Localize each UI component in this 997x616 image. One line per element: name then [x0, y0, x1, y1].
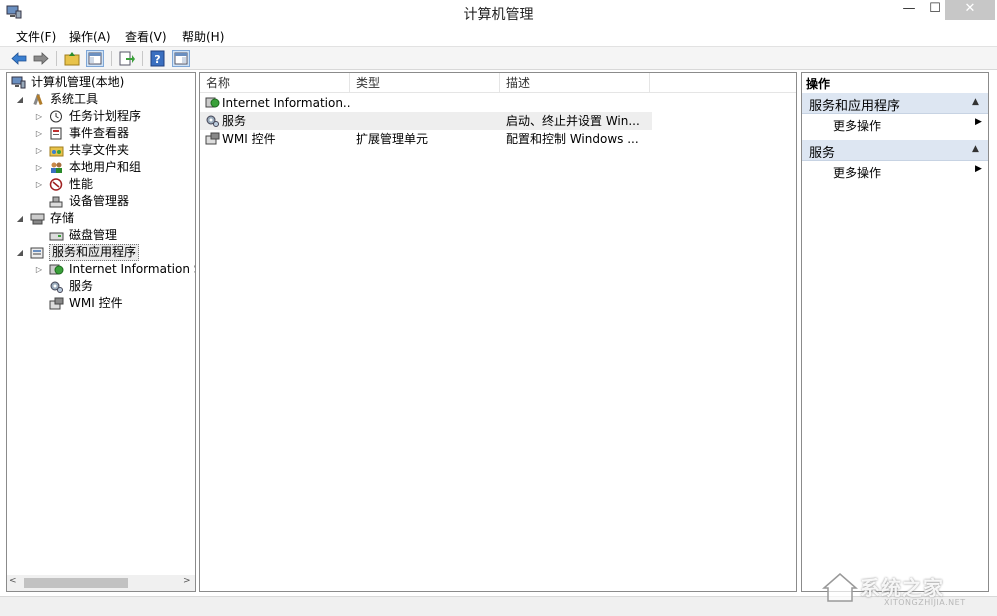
- tree-item-iis[interactable]: ▷ Internet Information S: [9, 261, 195, 278]
- tree-collapsed-arrow-icon[interactable]: ▷: [34, 108, 44, 125]
- action-section-services-and-applications[interactable]: 服务和应用程序 ▲: [802, 93, 988, 114]
- help-icon[interactable]: ?: [149, 50, 167, 67]
- storage-icon: [30, 212, 45, 225]
- tree-horizontal-scrollbar[interactable]: < >: [7, 575, 195, 591]
- services-applications-icon: [30, 246, 45, 259]
- tree-expanded-arrow-icon[interactable]: ◢: [15, 244, 25, 261]
- column-header-description[interactable]: 描述: [500, 73, 650, 93]
- export-list-icon[interactable]: [118, 50, 136, 67]
- event-viewer-icon: [49, 127, 64, 140]
- action-more-actions[interactable]: 更多操作 ▶: [802, 115, 988, 133]
- forward-arrow-icon[interactable]: [32, 50, 50, 67]
- results-list-pane[interactable]: 名称 类型 描述 Internet Information... 服务 启动、终…: [199, 72, 797, 592]
- actions-title: 操作: [806, 77, 831, 91]
- computer-management-icon: [11, 76, 26, 89]
- house-logo-icon: [822, 573, 858, 602]
- tree-expanded-arrow-icon[interactable]: ◢: [15, 210, 25, 227]
- column-header-name[interactable]: 名称: [200, 73, 350, 93]
- services-gear-icon: [205, 114, 220, 127]
- submenu-arrow-icon: ▶: [975, 164, 982, 174]
- submenu-arrow-icon: ▶: [975, 117, 982, 127]
- title-bar[interactable]: 计算机管理 — ☐ ✕: [0, 0, 997, 26]
- tree-expanded-arrow-icon[interactable]: ◢: [15, 91, 25, 108]
- tree-collapsed-arrow-icon[interactable]: ▷: [34, 176, 44, 193]
- wmi-control-icon: [49, 297, 64, 310]
- tree-collapsed-arrow-icon[interactable]: ▷: [34, 261, 44, 278]
- svg-text:?: ?: [154, 53, 160, 66]
- menu-help[interactable]: 帮助(H): [182, 28, 224, 45]
- show-hide-console-tree-icon[interactable]: [86, 50, 104, 67]
- cell-description: 配置和控制 Windows ...: [506, 132, 639, 146]
- menu-file[interactable]: 文件(F): [16, 28, 56, 45]
- toolbar: ?: [0, 46, 997, 70]
- cell-name: 服务: [222, 114, 247, 128]
- list-row-services[interactable]: 服务 启动、终止并设置 Win...: [200, 112, 652, 130]
- iis-globe-icon: [205, 96, 220, 109]
- toolbar-separator: [142, 51, 143, 66]
- up-folder-icon[interactable]: [63, 50, 81, 67]
- performance-gauge-icon: [49, 178, 64, 191]
- iis-globe-icon: [49, 263, 64, 276]
- scroll-left-arrow-icon[interactable]: <: [9, 576, 17, 586]
- toolbar-separator: [111, 51, 112, 66]
- tree-collapsed-arrow-icon[interactable]: ▷: [34, 159, 44, 176]
- watermark-text: 系统之家: [860, 576, 944, 600]
- services-gear-icon: [49, 280, 64, 293]
- tree-collapsed-arrow-icon[interactable]: ▷: [34, 125, 44, 142]
- window-title: 计算机管理: [463, 7, 534, 23]
- close-button[interactable]: ✕: [945, 0, 995, 20]
- disk-management-icon: [49, 229, 64, 242]
- back-arrow-icon[interactable]: [10, 50, 28, 67]
- cell-name: Internet Information...: [222, 96, 350, 110]
- scroll-right-arrow-icon[interactable]: >: [183, 576, 191, 586]
- menu-view[interactable]: 查看(V): [125, 28, 167, 45]
- wmi-control-icon: [205, 132, 220, 145]
- menu-action[interactable]: 操作(A): [69, 28, 111, 45]
- device-manager-icon: [49, 195, 64, 208]
- watermark-subtext: XITONGZHIJIA.NET: [884, 598, 966, 607]
- collapse-triangle-icon[interactable]: ▲: [972, 144, 979, 154]
- users-group-icon: [49, 161, 64, 174]
- column-header-type[interactable]: 类型: [350, 73, 500, 93]
- tree-collapsed-arrow-icon[interactable]: ▷: [34, 142, 44, 159]
- cell-name: WMI 控件: [222, 132, 276, 146]
- list-row-wmi-control[interactable]: WMI 控件 扩展管理单元 配置和控制 Windows ...: [200, 130, 652, 148]
- watermark-logo: 系统之家 XITONGZHIJIA.NET: [820, 570, 992, 610]
- action-more-actions[interactable]: 更多操作 ▶: [802, 162, 988, 180]
- collapse-triangle-icon[interactable]: ▲: [972, 97, 979, 107]
- scrollbar-thumb[interactable]: [24, 578, 128, 588]
- cell-type: 扩展管理单元: [356, 132, 429, 146]
- console-tree-pane[interactable]: 计算机管理(本地) ◢ 系统工具 ▷ 任务计划程序 ▷ 事件查看器 ▷ 共享文件…: [6, 72, 196, 592]
- list-header: 名称 类型 描述: [200, 73, 796, 93]
- action-section-services[interactable]: 服务 ▲: [802, 140, 988, 161]
- task-scheduler-clock-icon: [49, 110, 64, 123]
- shared-folder-icon: [49, 144, 64, 157]
- show-hide-action-pane-icon[interactable]: [172, 50, 190, 67]
- list-row-iis[interactable]: Internet Information...: [200, 94, 652, 112]
- toolbar-separator: [56, 51, 57, 66]
- cell-description: 启动、终止并设置 Win...: [506, 114, 640, 128]
- system-tools-icon: [30, 93, 45, 106]
- menu-bar: 文件(F) 操作(A) 查看(V) 帮助(H): [0, 26, 997, 46]
- actions-pane: 操作 服务和应用程序 ▲ 更多操作 ▶ 服务 ▲ 更多操作 ▶: [801, 72, 989, 592]
